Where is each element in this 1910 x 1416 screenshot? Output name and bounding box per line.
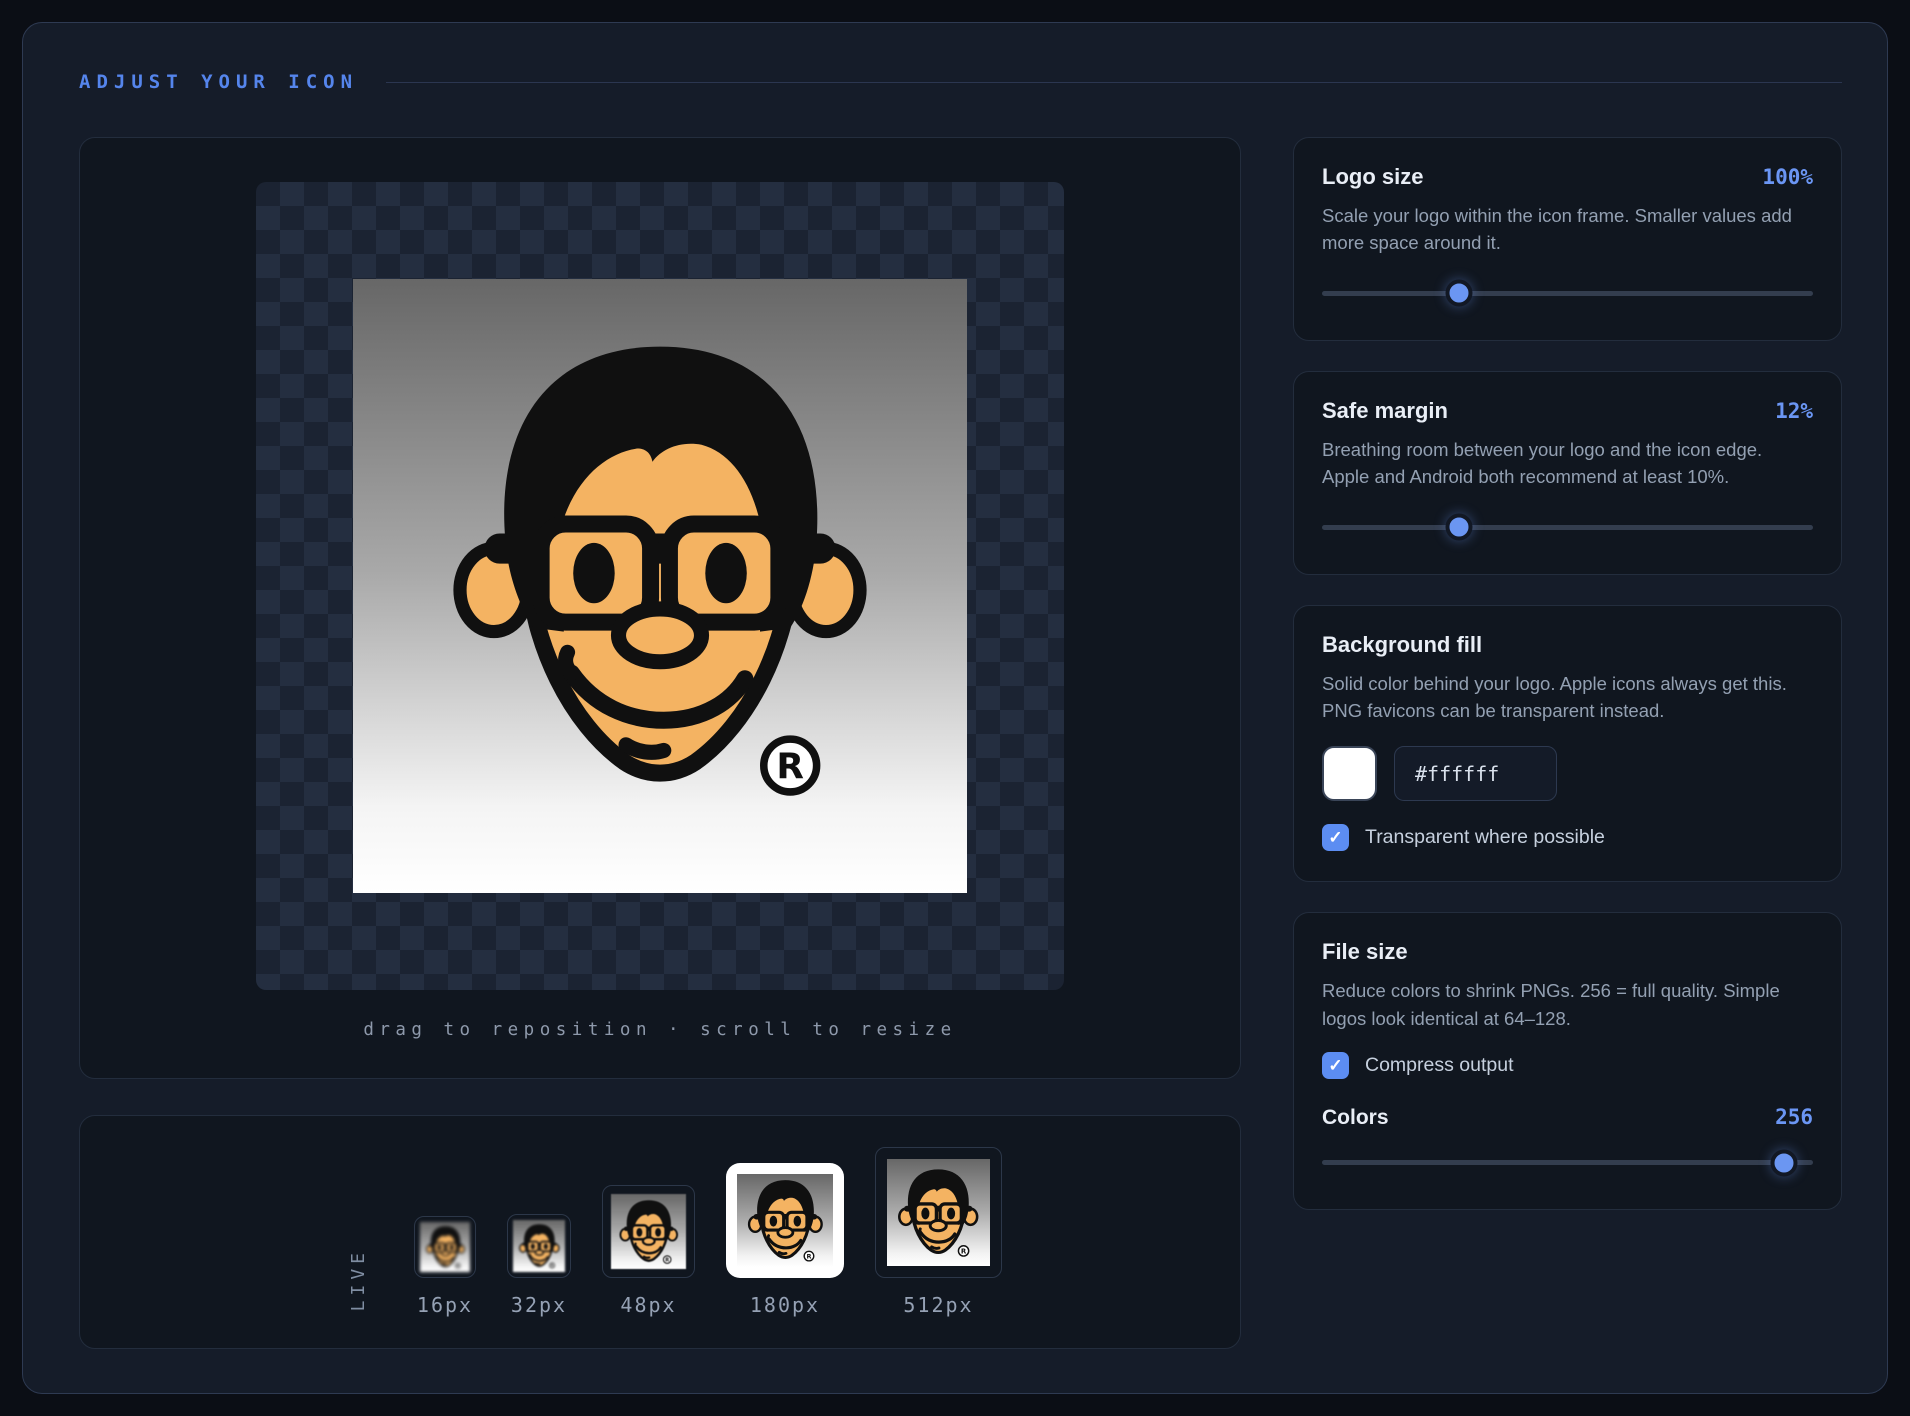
size-preview-32: 32px [507,1214,571,1317]
size-label: 32px [511,1293,567,1317]
checkmark-icon: ✓ [1328,828,1342,848]
size-label: 16px [417,1293,473,1317]
size-label: 48px [620,1293,676,1317]
size-preview-48: 48px [602,1185,695,1317]
colors-label: Colors [1322,1106,1389,1130]
card-title: File size [1322,939,1408,965]
face-icon [611,1194,686,1269]
transparent-checkbox[interactable]: ✓ [1322,824,1349,851]
face-icon [887,1159,990,1266]
card-title: Safe margin [1322,398,1448,424]
compress-output-checkbox[interactable]: ✓ [1322,1052,1349,1079]
size-thumbnail-16 [414,1216,476,1278]
card-description: Scale your logo within the icon frame. S… [1322,202,1813,257]
icon-preview-panel: drag to reposition · scroll to resize [79,137,1241,1079]
logo-face-image [443,324,877,815]
icon-canvas[interactable] [353,279,967,893]
logo-size-slider[interactable] [1322,291,1813,296]
file-size-card: File size Reduce colors to shrink PNGs. … [1293,912,1842,1210]
size-label: 512px [903,1293,973,1317]
live-preview-strip: LIVE 16px 32px [79,1115,1241,1349]
face-icon [513,1220,565,1272]
face-icon [737,1174,833,1267]
size-label: 180px [750,1293,820,1317]
safe-margin-card: Safe margin 12% Breathing room between y… [1293,371,1842,575]
live-label: LIVE [348,1248,369,1311]
canvas-hint: drag to reposition · scroll to resize [363,1020,956,1040]
transparency-checkerboard [256,182,1064,990]
adjust-icon-card: ADJUST YOUR ICON drag to reposition · sc… [22,22,1888,1394]
checkmark-icon: ✓ [1328,1056,1342,1076]
colors-slider-thumb[interactable] [1770,1149,1797,1176]
compress-output-checkbox-label: Compress output [1365,1054,1514,1077]
logo-size-slider-thumb[interactable] [1446,280,1473,307]
safe-margin-slider[interactable] [1322,525,1813,530]
size-thumbnail-180 [726,1163,844,1278]
card-title: Background fill [1322,632,1482,658]
safe-margin-value: 12% [1775,399,1813,423]
logo-size-card: Logo size 100% Scale your logo within th… [1293,137,1842,341]
card-title: Logo size [1322,164,1423,190]
size-thumbnail-32 [507,1214,571,1278]
size-thumbnail-48 [602,1185,695,1278]
face-icon [420,1222,470,1272]
section-title: ADJUST YOUR ICON [79,71,358,93]
section-header: ADJUST YOUR ICON [79,71,1842,93]
card-description: Reduce colors to shrink PNGs. 256 = full… [1322,977,1813,1032]
card-description: Breathing room between your logo and the… [1322,436,1813,491]
size-thumbnail-512 [875,1147,1002,1278]
background-color-swatch[interactable] [1322,746,1377,801]
size-preview-180: 180px [726,1163,844,1317]
colors-value: 256 [1775,1105,1813,1129]
hex-color-input[interactable] [1394,746,1557,801]
safe-margin-slider-thumb[interactable] [1446,514,1473,541]
colors-slider[interactable] [1322,1160,1813,1165]
size-preview-512: 512px [875,1147,1002,1317]
size-preview-16: 16px [414,1216,476,1317]
card-description: Solid color behind your logo. Apple icon… [1322,670,1813,725]
logo-size-value: 100% [1762,165,1813,189]
background-fill-card: Background fill Solid color behind your … [1293,605,1842,883]
header-divider [386,82,1842,83]
transparent-checkbox-label: Transparent where possible [1365,826,1605,849]
